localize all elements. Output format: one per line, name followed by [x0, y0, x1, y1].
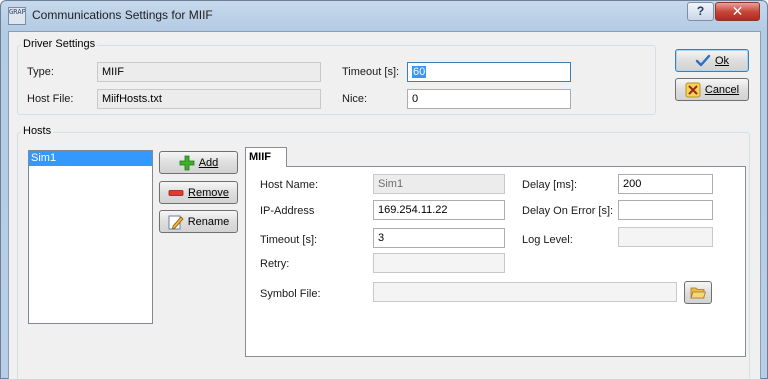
symbol-file-input[interactable]: [373, 282, 677, 302]
nice-input[interactable]: 0: [407, 89, 571, 109]
host-file-label: Host File:: [27, 93, 74, 105]
driver-settings-legend: Driver Settings: [21, 38, 98, 50]
delay-on-error-input[interactable]: [618, 200, 713, 220]
close-button[interactable]: ✕: [715, 2, 760, 21]
red-minus-icon: [168, 185, 184, 201]
remove-label: Remove: [188, 186, 229, 199]
host-timeout-input[interactable]: 3: [373, 228, 505, 248]
delay-on-error-label: Delay On Error [s]:: [522, 205, 614, 217]
delay-input[interactable]: 200: [618, 174, 713, 194]
rename-label: Rename: [187, 215, 230, 228]
driver-timeout-label: Timeout [s]:: [342, 66, 400, 78]
add-host-button[interactable]: Add: [159, 151, 238, 174]
help-button[interactable]: ?: [687, 2, 714, 21]
nice-label: Nice:: [342, 93, 368, 105]
type-field: MIIF: [97, 62, 321, 82]
rename-pencil-icon: [168, 214, 184, 230]
dialog-window: GRAPH Communications Settings for MIIF ?…: [0, 0, 768, 379]
type-label: Type:: [27, 66, 54, 78]
driver-timeout-value: 60: [412, 66, 427, 78]
browse-button[interactable]: [684, 281, 712, 304]
app-icon: GRAPH: [8, 7, 26, 25]
window-title: Communications Settings for MIIF: [32, 8, 213, 22]
hosts-list[interactable]: Sim1: [28, 150, 153, 324]
x-cancel-icon: [685, 82, 701, 98]
cancel-label: Cancel: [704, 83, 740, 96]
ok-label: Ok: [714, 54, 730, 67]
checkmark-icon: [695, 53, 711, 69]
retry-label: Retry:: [260, 258, 290, 270]
delay-label: Delay [ms]:: [522, 179, 578, 191]
remove-host-button[interactable]: Remove: [159, 181, 238, 204]
cancel-button[interactable]: Cancel: [675, 78, 749, 101]
add-label: Add: [198, 156, 219, 169]
list-item[interactable]: Sim1: [29, 151, 152, 166]
host-timeout-label: Timeout [s]:: [260, 234, 318, 246]
ok-button[interactable]: Ok: [675, 49, 749, 72]
ip-address-input[interactable]: 169.254.11.22: [373, 200, 505, 220]
host-name-label: Host Name:: [260, 179, 319, 191]
hosts-legend: Hosts: [21, 125, 54, 137]
driver-timeout-input[interactable]: 60: [407, 62, 571, 82]
host-file-field: MiifHosts.txt: [97, 89, 321, 109]
rename-host-button[interactable]: Rename: [159, 210, 238, 233]
folder-open-icon: [690, 285, 707, 301]
title-bar[interactable]: GRAPH Communications Settings for MIIF ?…: [1, 1, 767, 31]
ip-address-label: IP-Address: [260, 205, 315, 217]
retry-input[interactable]: [373, 253, 505, 273]
symbol-file-label: Symbol File:: [260, 288, 321, 300]
host-name-field: Sim1: [373, 174, 505, 194]
dialog-client-area: Driver Settings Type: MIIF Host File: Mi…: [8, 31, 761, 379]
log-level-label: Log Level:: [522, 234, 573, 246]
tab-miif[interactable]: MIIF: [245, 147, 287, 167]
log-level-input[interactable]: [618, 227, 713, 247]
green-plus-icon: [179, 155, 195, 171]
